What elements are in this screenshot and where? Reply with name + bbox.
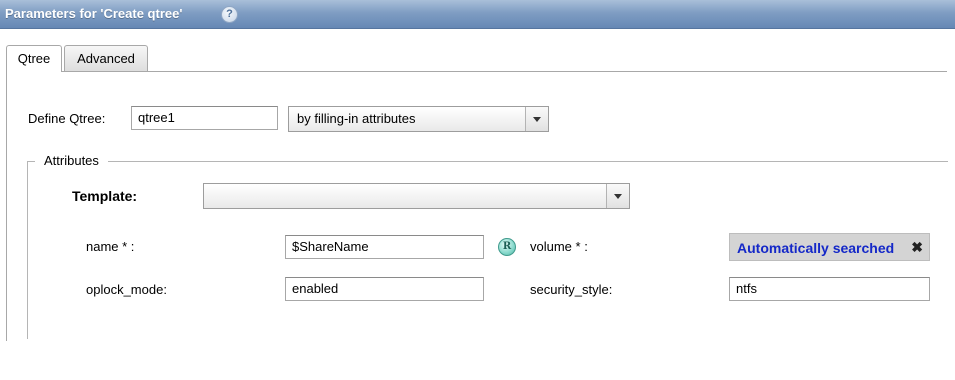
- tab-qtree[interactable]: Qtree: [6, 45, 62, 72]
- oplock-mode-input[interactable]: enabled: [285, 277, 484, 301]
- attributes-border: [27, 161, 35, 162]
- volume-label: volume * :: [530, 239, 588, 254]
- attributes-border: [108, 161, 948, 162]
- attributes-legend: Attributes: [44, 153, 99, 168]
- chevron-down-icon[interactable]: [606, 184, 629, 208]
- dialog-title: Parameters for 'Create qtree': [5, 6, 183, 21]
- security-style-label: security_style:: [530, 282, 613, 297]
- template-label: Template:: [72, 188, 138, 204]
- define-mode-select[interactable]: by filling-in attributes: [288, 106, 549, 132]
- define-mode-value: by filling-in attributes: [297, 111, 416, 126]
- volume-auto-field[interactable]: Automatically searched ✖: [729, 233, 930, 261]
- resolve-icon[interactable]: R: [498, 238, 516, 256]
- tab-divider: [62, 71, 947, 72]
- panel-border: [6, 71, 7, 341]
- security-style-input[interactable]: ntfs: [729, 277, 930, 301]
- help-icon[interactable]: ?: [221, 6, 238, 23]
- tab-advanced[interactable]: Advanced: [64, 45, 148, 71]
- qtree-name-input[interactable]: qtree1: [131, 106, 278, 130]
- name-label: name * :: [86, 239, 135, 254]
- chevron-down-icon[interactable]: [525, 107, 548, 131]
- dialog-title-bar: Parameters for 'Create qtree' ?: [0, 0, 955, 29]
- template-select[interactable]: [203, 183, 630, 209]
- volume-value: Automatically searched: [737, 240, 895, 256]
- oplock-mode-label: oplock_mode:: [86, 282, 167, 297]
- attributes-border: [27, 161, 28, 339]
- name-input[interactable]: $ShareName: [285, 235, 484, 259]
- close-icon[interactable]: ✖: [911, 239, 923, 256]
- define-qtree-label: Define Qtree:: [28, 111, 106, 126]
